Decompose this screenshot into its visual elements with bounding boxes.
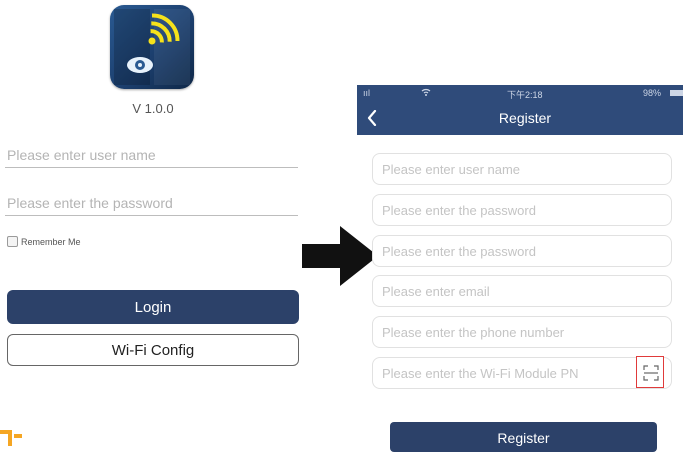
- right-arrow-icon: [302, 226, 378, 286]
- battery-level: 98%: [643, 88, 662, 98]
- register-email-input[interactable]: [372, 275, 672, 307]
- status-time: 下午2:18: [507, 90, 543, 100]
- app-version: V 1.0.0: [132, 101, 174, 116]
- login-button[interactable]: Login: [7, 290, 299, 324]
- scan-icon: [643, 365, 659, 381]
- orange-decoration-icon: [0, 430, 22, 446]
- register-module-pn-input[interactable]: [372, 357, 672, 389]
- remember-me-checkbox[interactable]: [7, 236, 18, 247]
- signal-icon: ııl: [363, 88, 371, 98]
- battery-icon: [670, 90, 683, 96]
- wifi-config-button[interactable]: Wi-Fi Config: [7, 334, 299, 366]
- password-input[interactable]: [5, 190, 298, 216]
- username-input[interactable]: [5, 142, 298, 168]
- status-bar: ııl 下午2:18 98%: [357, 85, 683, 101]
- remember-me-label: Remember Me: [21, 237, 81, 247]
- register-button[interactable]: Register: [390, 422, 657, 452]
- register-phone-input[interactable]: [372, 316, 672, 348]
- register-confirm-password-input[interactable]: [372, 235, 672, 267]
- register-password-input[interactable]: [372, 194, 672, 226]
- scan-button[interactable]: [636, 356, 664, 388]
- register-username-input[interactable]: [372, 153, 672, 185]
- page-title: Register: [498, 110, 552, 126]
- nav-bar: Register: [357, 101, 683, 135]
- app-icon: [110, 5, 194, 89]
- wifi-status-icon: [421, 88, 431, 96]
